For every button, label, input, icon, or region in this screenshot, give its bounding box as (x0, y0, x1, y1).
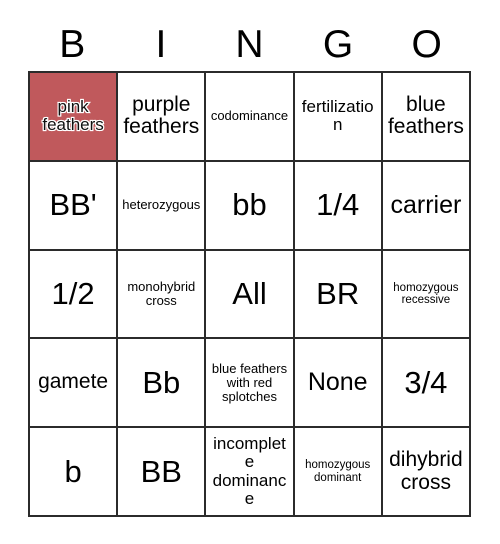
bingo-cell-label: dihybrid cross (389, 447, 463, 494)
bingo-cell[interactable]: blue feathers with red splotches (206, 339, 295, 429)
bingo-cell-label: BB (140, 453, 182, 489)
bingo-cell[interactable]: gamete (30, 339, 119, 429)
bingo-cell-label: homozygous dominant (305, 459, 371, 484)
bingo-cell-label: heterozygous (122, 197, 201, 213)
bingo-cell[interactable]: pink feathers (30, 73, 119, 162)
header-letter-g: G (322, 23, 354, 66)
bingo-cell[interactable]: incomplete dominance (206, 428, 295, 517)
header-letter-o: O (411, 23, 442, 66)
bingo-cell[interactable]: Bb (118, 339, 207, 429)
bingo-cell-label: BB' (49, 187, 97, 223)
bingo-header-row: B I N G O (28, 18, 471, 71)
bingo-cell[interactable]: BB' (30, 161, 119, 251)
bingo-cell-label: b (64, 453, 82, 489)
bingo-cell[interactable]: 1/2 (30, 250, 119, 340)
header-letter-n: N (235, 23, 264, 66)
bingo-cell-label: fertilization (301, 97, 374, 135)
bingo-cell-label: gamete (38, 370, 109, 394)
bingo-cell[interactable]: None (294, 339, 383, 429)
bingo-cell-label: blue feathers with red splotches (211, 360, 288, 404)
bingo-card: B I N G O pink feathers purple feathers co… (0, 0, 500, 544)
bingo-cell-label: 1/2 (51, 276, 95, 312)
bingo-cell[interactable]: carrier (382, 161, 471, 251)
header-letter-b: B (59, 23, 86, 66)
bingo-cell[interactable]: purple feathers (118, 73, 207, 162)
bingo-cell-label: homozygous recessive (393, 281, 459, 306)
bingo-cell-label: pink feathers (41, 96, 105, 135)
bingo-cell[interactable]: BB (118, 428, 207, 517)
bingo-cell-label: 3/4 (404, 365, 448, 401)
bingo-cell-label: Bb (142, 365, 181, 401)
bingo-cell[interactable]: fertilization (294, 73, 383, 162)
bingo-cell[interactable]: 3/4 (382, 339, 471, 429)
bingo-cell[interactable]: monohybrid cross (118, 250, 207, 340)
bingo-cell[interactable]: b (30, 428, 119, 517)
bingo-cell-label: codominance (210, 108, 289, 124)
bingo-cell[interactable]: dihybrid cross (382, 428, 471, 517)
bingo-grid: pink feathers purple feathers codominance f… (28, 71, 471, 517)
bingo-cell[interactable]: homozygous recessive (382, 250, 471, 340)
bingo-cell-label: purple feathers (123, 92, 200, 139)
bingo-cell[interactable]: codominance (206, 73, 295, 162)
bingo-cell-label: bb (232, 187, 267, 223)
bingo-cell-label: All (232, 276, 267, 312)
bingo-cell-label: carrier (390, 190, 462, 219)
bingo-cell[interactable]: bb (206, 161, 295, 251)
bingo-cell-label: monohybrid cross (127, 278, 196, 308)
bingo-cell[interactable]: 1/4 (294, 161, 383, 251)
header-letter-i: I (155, 23, 167, 66)
bingo-cell-label: BR (316, 276, 360, 312)
bingo-cell[interactable]: blue feathers (382, 73, 471, 162)
bingo-cell-label: None (307, 368, 368, 397)
bingo-cell[interactable]: BR (294, 250, 383, 340)
bingo-cell[interactable]: homozygous dominant (294, 428, 383, 517)
bingo-cell-label: incomplete dominance (212, 433, 287, 508)
bingo-cell[interactable]: All (206, 250, 295, 340)
bingo-cell-label: blue feathers (387, 92, 464, 139)
bingo-cell[interactable]: heterozygous (118, 161, 207, 251)
bingo-cell-label: 1/4 (316, 187, 360, 223)
